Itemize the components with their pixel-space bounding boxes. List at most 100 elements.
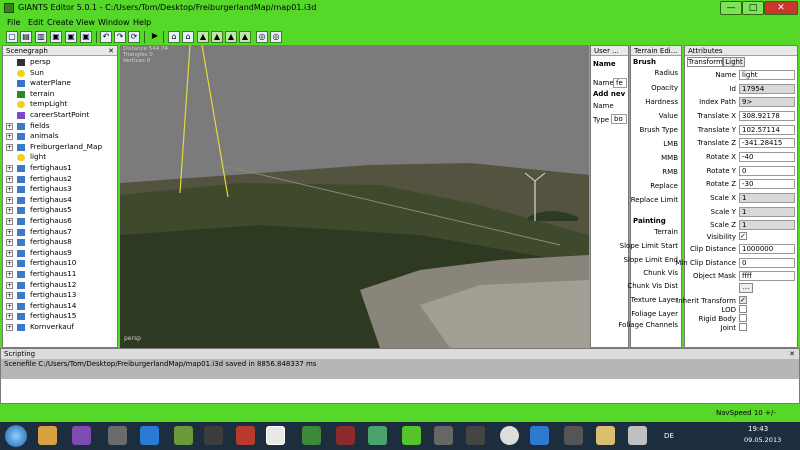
expand-icon[interactable]: + <box>6 281 13 289</box>
expand-icon[interactable]: + <box>6 207 13 215</box>
snap-grid-icon[interactable]: ◎ <box>270 31 282 43</box>
min-clip-distance-field[interactable]: 0 <box>739 258 795 268</box>
terrain-paint-icon[interactable]: ▲ <box>211 31 223 43</box>
steering-wheel-icon[interactable] <box>466 426 485 445</box>
game-icon[interactable] <box>336 426 355 445</box>
folder-icon[interactable] <box>596 426 615 445</box>
scenegraph-item[interactable]: + fertighaus6 <box>3 216 117 227</box>
sim-2-icon[interactable] <box>500 426 519 445</box>
lod-checkbox[interactable] <box>739 305 747 313</box>
scenegraph-item[interactable]: + fertighaus11 <box>3 269 117 280</box>
scale-y-field[interactable]: 1 <box>739 207 795 217</box>
object-mask-edit-button[interactable]: ... <box>739 283 753 293</box>
explorer-icon[interactable] <box>38 426 57 445</box>
clip-distance-field[interactable]: 1000000 <box>739 244 795 254</box>
move-tool-icon[interactable]: ⌂ <box>182 31 194 43</box>
scenegraph-item[interactable]: + fertighaus5 <box>3 205 117 216</box>
undo-icon[interactable]: ↶ <box>100 31 112 43</box>
expand-icon[interactable]: + <box>6 186 13 194</box>
expand-icon[interactable]: + <box>6 292 13 300</box>
rigid-body-checkbox[interactable] <box>739 314 747 322</box>
redo-icon[interactable]: ↷ <box>114 31 126 43</box>
expand-icon[interactable]: + <box>6 143 13 151</box>
scale-z-field[interactable]: 1 <box>739 220 795 230</box>
scenegraph-item[interactable]: terrain <box>3 89 117 100</box>
snap-icon[interactable]: ◎ <box>256 31 268 43</box>
scenegraph-item[interactable]: persp <box>3 57 117 68</box>
scenegraph-item[interactable]: + fields <box>3 121 117 132</box>
expand-icon[interactable]: + <box>6 196 13 204</box>
expand-icon[interactable]: + <box>6 133 13 141</box>
menu-create[interactable]: Create <box>47 18 74 27</box>
tab-transform[interactable]: Transform <box>687 57 723 67</box>
dark-app-icon[interactable] <box>564 426 583 445</box>
play-icon[interactable]: ▶ <box>149 31 161 43</box>
user-attr-name-field[interactable]: fe <box>613 78 627 88</box>
fraps-icon[interactable] <box>368 426 387 445</box>
expand-icon[interactable]: + <box>6 175 13 183</box>
minimize-button[interactable]: — <box>720 1 742 15</box>
scenegraph-item[interactable]: light <box>3 152 117 163</box>
language-indicator[interactable]: DE <box>664 432 674 440</box>
close-button[interactable]: ✕ <box>764 1 798 15</box>
scenegraph-item[interactable]: + fertighaus2 <box>3 174 117 185</box>
type-select[interactable]: bo <box>611 114 627 124</box>
visibility-checkbox[interactable]: ✓ <box>739 232 747 240</box>
expand-icon[interactable]: + <box>6 249 13 257</box>
menu-edit[interactable]: Edit <box>28 18 44 27</box>
joint-checkbox[interactable] <box>739 323 747 331</box>
minecraft-icon[interactable] <box>174 426 193 445</box>
start-button[interactable] <box>5 425 27 447</box>
scenegraph-item[interactable]: + fertighaus4 <box>3 195 117 206</box>
expand-icon[interactable]: + <box>6 313 13 321</box>
expand-icon[interactable]: + <box>6 324 13 331</box>
inherit-transform-checkbox[interactable]: ✓ <box>739 296 747 304</box>
scenegraph-item[interactable]: + fertighaus1 <box>3 163 117 174</box>
terrain-tool-icon[interactable]: ▲ <box>197 31 209 43</box>
scenegraph-item[interactable]: + fertighaus14 <box>3 301 117 312</box>
scenegraph-item[interactable]: waterPlane <box>3 78 117 89</box>
scenegraph-item[interactable]: + fertighaus15 <box>3 311 117 322</box>
refresh-icon[interactable]: ⟳ <box>128 31 140 43</box>
clock-time[interactable]: 19:43 <box>748 425 768 433</box>
translate-y-field[interactable]: 102.57114 <box>739 125 795 135</box>
menu-help[interactable]: Help <box>133 18 151 27</box>
scenegraph-item[interactable]: + fertighaus13 <box>3 290 117 301</box>
new-file-icon[interactable]: ▢ <box>6 31 18 43</box>
expand-icon[interactable]: + <box>6 271 13 278</box>
scenegraph-item[interactable]: + fertighaus3 <box>3 184 117 195</box>
media-player-icon[interactable] <box>72 426 91 445</box>
scenegraph-item[interactable]: + Kornverkauf <box>3 322 117 333</box>
scenegraph-item[interactable]: + fertighaus9 <box>3 248 117 259</box>
rotate-z-field[interactable]: -30 <box>739 179 795 189</box>
fifa-icon[interactable] <box>204 426 223 445</box>
close-icon[interactable]: ✕ <box>108 46 114 56</box>
chrome-icon[interactable] <box>266 426 285 445</box>
foliage-erase-icon[interactable]: ▲ <box>239 31 251 43</box>
tab-light[interactable]: Light <box>723 57 745 67</box>
tractor-icon[interactable] <box>302 426 321 445</box>
giants-editor-taskbar-icon[interactable] <box>402 426 421 445</box>
3d-viewport[interactable]: Distance 544.74 Triangles 0 Vertices 0 p… <box>120 45 589 348</box>
save-as-icon[interactable]: ▣ <box>65 31 77 43</box>
object-mask-field[interactable]: ffff <box>739 271 795 281</box>
maximize-button[interactable]: □ <box>742 1 764 15</box>
translate-x-field[interactable]: 308.92178 <box>739 111 795 121</box>
attr-name-field[interactable]: light <box>739 70 795 80</box>
farming-sim-icon[interactable] <box>236 426 255 445</box>
select-tool-icon[interactable]: ⌂ <box>168 31 180 43</box>
app-icon[interactable] <box>434 426 453 445</box>
clock-date[interactable]: 09.05.2013 <box>744 436 781 444</box>
text-editor-icon[interactable] <box>628 426 647 445</box>
messenger-icon[interactable] <box>530 426 549 445</box>
translate-z-field[interactable]: -341.28415 <box>739 138 795 148</box>
scenegraph-item[interactable]: + fertighaus8 <box>3 237 117 248</box>
scenegraph-item[interactable]: Sun <box>3 68 117 79</box>
scenegraph-item[interactable]: + animals <box>3 131 117 142</box>
open-file-icon[interactable]: ▤ <box>20 31 32 43</box>
save-all-icon[interactable]: ▣ <box>80 31 92 43</box>
menu-view[interactable]: View <box>76 18 95 27</box>
expand-icon[interactable]: + <box>6 122 13 130</box>
scenegraph-item[interactable]: + fertighaus7 <box>3 227 117 238</box>
expand-icon[interactable]: + <box>6 165 13 172</box>
